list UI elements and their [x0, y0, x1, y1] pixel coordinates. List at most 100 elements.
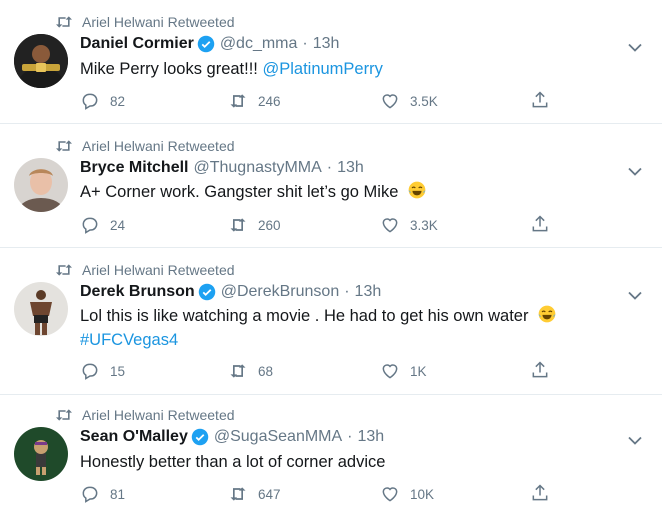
tweet[interactable]: Ariel Helwani Retweeted Sean O'Malley @S… — [0, 395, 662, 517]
retweet-icon — [230, 487, 246, 501]
tears-of-joy-emoji-icon — [538, 305, 556, 323]
timestamp[interactable]: 13h — [337, 159, 364, 177]
heart-icon — [382, 364, 398, 379]
tweet-header: Derek Brunson @DerekBrunson · 13h — [80, 283, 381, 301]
retweet-context-label: Ariel Helwani Retweeted — [82, 407, 235, 423]
timestamp[interactable]: 13h — [355, 283, 382, 301]
chevron-down-icon[interactable] — [628, 167, 642, 177]
avatar[interactable] — [14, 282, 68, 336]
separator-dot: · — [302, 35, 308, 52]
avatar[interactable] — [14, 158, 68, 212]
tweet-text-plain: A+ Corner work. Gangster shit let’s go M… — [80, 183, 399, 201]
avatar-image — [14, 34, 68, 88]
reply-count: 81 — [110, 486, 126, 502]
tweet-header: Bryce Mitchell @ThugnastyMMA · 13h — [80, 159, 364, 177]
heart-icon — [382, 218, 398, 233]
share-button[interactable] — [530, 214, 550, 237]
avatar[interactable] — [14, 34, 68, 88]
retweet-icon — [56, 264, 72, 276]
tweet-text: Lol this is like watching a movie . He h… — [80, 304, 557, 328]
retweet-count: 647 — [258, 486, 281, 502]
verified-badge-icon — [198, 283, 215, 301]
reply-count: 15 — [110, 363, 126, 379]
like-count: 3.5K — [410, 93, 438, 109]
tweet-actions: 15 68 1K — [80, 360, 560, 382]
like-count: 1K — [410, 363, 427, 379]
share-icon — [532, 214, 548, 231]
display-name[interactable]: Derek Brunson — [80, 283, 195, 301]
avatar[interactable] — [14, 427, 68, 481]
user-handle[interactable]: @ThugnastyMMA — [193, 159, 321, 177]
mention-link[interactable]: @PlatinumPerry — [262, 60, 382, 78]
retweet-context-label: Ariel Helwani Retweeted — [82, 14, 235, 30]
retweet-icon — [56, 409, 72, 421]
separator-dot: · — [344, 283, 350, 300]
reply-count: 24 — [110, 217, 126, 233]
verified-badge-icon — [191, 428, 209, 446]
tweet-header: Sean O'Malley @SugaSeanMMA · 13h — [80, 428, 384, 446]
reply-icon — [82, 217, 98, 234]
tweet-text-plain: Mike Perry looks great!!! — [80, 60, 263, 78]
chevron-down-icon[interactable] — [628, 436, 642, 446]
retweet-context-label: Ariel Helwani Retweeted — [82, 138, 235, 154]
display-name[interactable]: Sean O'Malley — [80, 428, 188, 446]
separator-dot: · — [347, 428, 353, 445]
share-button[interactable] — [530, 360, 550, 383]
retweet-count: 260 — [258, 217, 281, 233]
tweet-text-line-2: #UFCVegas4 — [80, 328, 178, 352]
like-button[interactable]: 3.5K — [380, 91, 438, 111]
reply-icon — [82, 363, 98, 380]
retweet-context: Ariel Helwani Retweeted — [54, 405, 235, 425]
like-button[interactable]: 10K — [380, 484, 434, 504]
avatar-image — [14, 158, 68, 212]
retweet-button[interactable]: 260 — [228, 215, 281, 235]
avatar-image — [14, 427, 68, 481]
retweet-context: Ariel Helwani Retweeted — [54, 260, 235, 280]
retweet-icon — [56, 140, 72, 152]
user-handle[interactable]: @DerekBrunson — [221, 283, 340, 301]
tweet-text: Mike Perry looks great!!! @PlatinumPerry — [80, 57, 383, 81]
share-button[interactable] — [530, 483, 550, 506]
reply-count: 82 — [110, 93, 126, 109]
display-name[interactable]: Daniel Cormier — [80, 35, 194, 53]
like-count: 10K — [410, 486, 435, 502]
retweet-button[interactable]: 647 — [228, 484, 281, 504]
retweet-icon — [56, 16, 72, 28]
reply-button[interactable]: 15 — [80, 361, 125, 381]
hashtag-link[interactable]: #UFCVegas4 — [80, 331, 178, 349]
retweet-count: 246 — [258, 93, 281, 109]
retweet-button[interactable]: 246 — [228, 91, 281, 111]
tweet[interactable]: Ariel Helwani Retweeted Bryce Mitchell @… — [0, 124, 662, 248]
user-handle[interactable]: @SugaSeanMMA — [214, 428, 342, 446]
avatar-image — [14, 282, 68, 336]
retweet-icon — [230, 94, 246, 108]
retweet-icon — [230, 218, 246, 232]
tweet[interactable]: Ariel Helwani Retweeted Daniel Cormier @… — [0, 0, 662, 124]
share-button[interactable] — [530, 90, 550, 113]
chevron-down-icon[interactable] — [628, 291, 642, 301]
timestamp[interactable]: 13h — [358, 428, 385, 446]
chevron-down-icon[interactable] — [628, 43, 642, 53]
like-count: 3.3K — [410, 217, 438, 233]
reply-button[interactable]: 82 — [80, 91, 125, 111]
timeline-feed: Ariel Helwani Retweeted Daniel Cormier @… — [0, 0, 662, 517]
retweet-context: Ariel Helwani Retweeted — [54, 136, 235, 156]
user-handle[interactable]: @dc_mma — [220, 35, 298, 53]
tweet-text: Honestly better than a lot of corner adv… — [80, 450, 385, 474]
reply-button[interactable]: 24 — [80, 215, 125, 235]
tweet[interactable]: Ariel Helwani Retweeted Derek Brunson @D… — [0, 248, 662, 395]
retweet-button[interactable]: 68 — [228, 361, 273, 381]
reply-button[interactable]: 81 — [80, 484, 125, 504]
display-name[interactable]: Bryce Mitchell — [80, 159, 188, 177]
tweet-actions: 81 647 10K — [80, 483, 560, 505]
tears-of-joy-emoji-icon — [408, 181, 426, 199]
share-icon — [532, 360, 548, 377]
heart-icon — [382, 94, 398, 109]
tweet-actions: 24 260 3.3K — [80, 214, 560, 236]
tweet-text: A+ Corner work. Gangster shit let’s go M… — [80, 180, 427, 204]
like-button[interactable]: 1K — [380, 361, 427, 381]
timestamp[interactable]: 13h — [313, 35, 340, 53]
verified-badge-icon — [197, 35, 215, 53]
like-button[interactable]: 3.3K — [380, 215, 438, 235]
retweet-count: 68 — [258, 363, 274, 379]
